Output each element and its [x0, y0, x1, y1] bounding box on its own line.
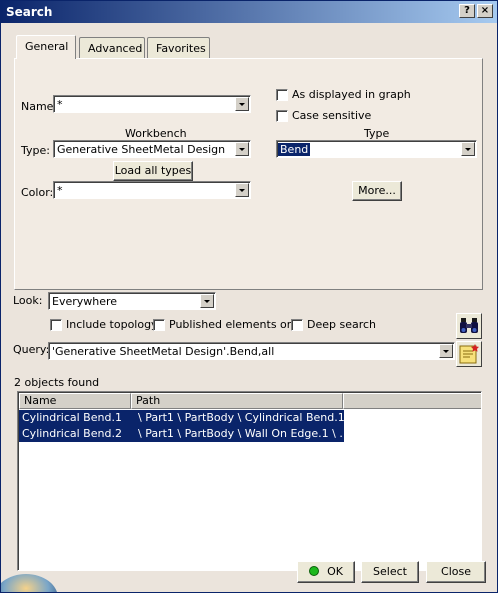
- as-displayed-label: As displayed in graph: [292, 88, 411, 101]
- color-value: *: [57, 184, 63, 197]
- case-sensitive-checkbox[interactable]: Case sensitive: [276, 109, 371, 122]
- checkbox-box[interactable]: [276, 109, 288, 122]
- name-label: Name:: [21, 100, 58, 113]
- ok-button-label: OK: [327, 565, 343, 578]
- row-path: \ Part1 \ PartBody \ Cylindrical Bend.1: [138, 411, 345, 424]
- deep-search-label: Deep search: [307, 318, 377, 331]
- more-button[interactable]: More...: [352, 181, 402, 201]
- column-header-path[interactable]: Path: [131, 393, 343, 409]
- checkbox-box[interactable]: [153, 318, 165, 331]
- type-combo[interactable]: Bend: [276, 140, 477, 158]
- results-count: 2 objects found: [14, 376, 100, 389]
- look-combo[interactable]: Everywhere: [48, 292, 216, 310]
- query-label: Query:: [13, 343, 50, 356]
- query-value: 'Generative SheetMetal Design'.Bend,all: [52, 345, 275, 358]
- chevron-down-icon[interactable]: [235, 183, 249, 197]
- workbench-value: Generative SheetMetal Design: [57, 143, 226, 156]
- chevron-down-icon[interactable]: [461, 142, 475, 156]
- color-label: Color:: [21, 186, 54, 199]
- published-only-checkbox[interactable]: Published elements only: [153, 318, 303, 331]
- as-displayed-checkbox[interactable]: As displayed in graph: [276, 88, 411, 101]
- ok-button[interactable]: OK: [297, 561, 355, 583]
- name-value: *: [57, 98, 63, 111]
- dialog-body: General Advanced Favorites Name: * Workb…: [1, 23, 497, 592]
- general-tab-panel: Name: * Workbench Type: Generative Sheet…: [14, 58, 483, 290]
- include-topology-checkbox[interactable]: Include topology: [50, 318, 158, 331]
- search-button[interactable]: [456, 313, 482, 339]
- title-bar: Search ? ×: [1, 1, 497, 23]
- name-combo[interactable]: *: [53, 95, 251, 113]
- case-sensitive-label: Case sensitive: [292, 109, 372, 122]
- tab-advanced[interactable]: Advanced: [79, 37, 145, 58]
- workbench-combo[interactable]: Generative SheetMetal Design: [53, 140, 251, 158]
- row-name: Cylindrical Bend.1: [22, 411, 122, 424]
- load-all-types-button[interactable]: Load all types: [113, 161, 193, 181]
- column-header-filler: [343, 393, 481, 409]
- chevron-down-icon[interactable]: [235, 97, 249, 111]
- look-label: Look:: [13, 294, 43, 307]
- select-button[interactable]: Select: [361, 561, 419, 583]
- tab-favorites[interactable]: Favorites: [147, 37, 210, 58]
- look-value: Everywhere: [52, 295, 118, 308]
- notepad-add-icon: [459, 344, 479, 364]
- table-row[interactable]: Cylindrical Bend.1 \ Part1 \ PartBody \ …: [19, 410, 345, 426]
- type-header: Type: [364, 127, 390, 140]
- add-favorite-button[interactable]: [456, 341, 482, 367]
- chevron-down-icon[interactable]: [235, 142, 249, 156]
- checkbox-box[interactable]: [50, 318, 62, 331]
- help-button[interactable]: ?: [459, 4, 475, 18]
- window-title: Search: [6, 5, 53, 19]
- close-button[interactable]: Close: [426, 561, 486, 583]
- table-row[interactable]: Cylindrical Bend.2 \ Part1 \ PartBody \ …: [19, 426, 350, 442]
- window-close-button[interactable]: ×: [477, 4, 493, 18]
- column-header-name[interactable]: Name: [19, 393, 131, 409]
- deep-search-checkbox[interactable]: Deep search: [291, 318, 376, 331]
- row-name: Cylindrical Bend.2: [22, 427, 122, 440]
- color-combo[interactable]: *: [53, 181, 251, 199]
- search-dialog: Search ? × General Advanced Favorites Na…: [0, 0, 498, 593]
- include-topology-label: Include topology: [66, 318, 158, 331]
- tab-general[interactable]: General: [16, 35, 76, 59]
- chevron-down-icon[interactable]: [200, 294, 214, 308]
- workbench-header: Workbench: [125, 127, 187, 140]
- binoculars-icon: [460, 318, 478, 333]
- checkbox-box[interactable]: [291, 318, 303, 331]
- type-value: Bend: [278, 143, 311, 156]
- results-list[interactable]: Name Path Cylindrical Bend.1 \ Part1 \ P…: [17, 391, 482, 571]
- checkbox-box[interactable]: [276, 88, 288, 101]
- row-path: \ Part1 \ PartBody \ Wall On Edge.1 \ ..…: [138, 427, 350, 440]
- chevron-down-icon[interactable]: [439, 344, 453, 358]
- globe-icon: [1, 574, 57, 592]
- type-label: Type:: [21, 144, 50, 157]
- query-combo[interactable]: 'Generative SheetMetal Design'.Bend,all: [48, 342, 455, 360]
- ok-status-icon: [309, 566, 320, 576]
- published-only-label: Published elements only: [169, 318, 304, 331]
